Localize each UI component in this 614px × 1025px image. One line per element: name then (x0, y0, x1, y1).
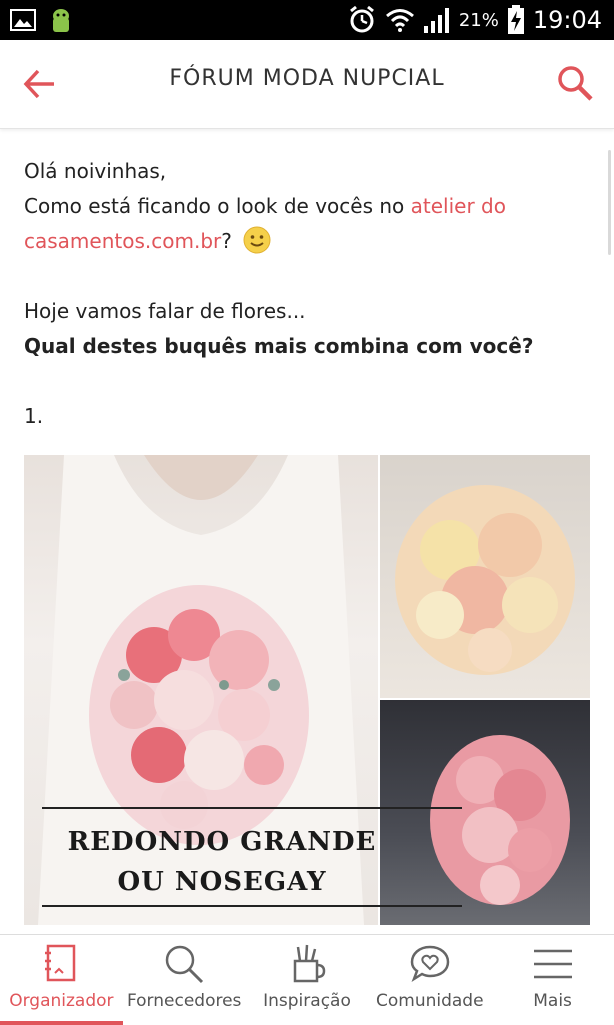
battery-percent: 21% (458, 9, 499, 31)
search-button[interactable] (556, 64, 594, 102)
chat-heart-icon (410, 945, 450, 983)
post-body: Olá noivinhas, Como está ficando o look … (24, 154, 590, 434)
nav-label-organizador: Organizador (9, 991, 114, 1011)
nav-label-fornecedores: Fornecedores (126, 991, 242, 1011)
nav-label-mais: Mais (533, 991, 572, 1011)
flowers-text: Hoje vamos falar de flores... (24, 299, 306, 323)
page-title: FÓRUM MODA NUPCIAL (169, 66, 445, 91)
intro-text: Como está ficando o look de vocês no ate… (24, 189, 590, 259)
tulip-bouquet-photo (380, 700, 590, 925)
nav-organizador[interactable]: Organizador (0, 935, 123, 1025)
nav-label-comunidade: Comunidade (376, 991, 484, 1011)
app-header: FÓRUM MODA NUPCIAL (0, 40, 614, 129)
pencil-cup-icon (293, 944, 326, 983)
caption-rule-bottom (42, 905, 462, 907)
menu-icon (533, 949, 572, 979)
intro-before: Como está ficando o look de vocês no (24, 194, 411, 218)
dahlia-bouquet-photo (380, 455, 590, 698)
caption-rule-top (42, 807, 462, 809)
clock: 19:04 (532, 6, 602, 34)
status-bar: 21% 19:04 (0, 0, 614, 40)
wifi-icon (385, 9, 414, 32)
image-caption-line2: OU NOSEGAY (117, 867, 327, 897)
tulip-illustration (430, 735, 570, 905)
alarm-icon (349, 5, 374, 33)
greeting-text: Olá noivinhas, (24, 159, 167, 183)
notebook-icon (45, 944, 76, 982)
gallery-icon (10, 9, 36, 31)
nav-fornecedores[interactable]: Fornecedores (123, 935, 246, 1025)
bouquet-collage-image[interactable]: REDONDO GRANDE OU NOSEGAY (24, 455, 590, 925)
search-icon (165, 945, 204, 984)
bottom-navigation: Organizador Fornecedores Inspiração Comu… (0, 934, 614, 1025)
nav-label-inspiracao: Inspiração (263, 991, 351, 1011)
item-number: 1. (24, 404, 44, 428)
question-text: Qual destes buquês mais combina com você… (24, 334, 534, 358)
nav-comunidade[interactable]: Comunidade (368, 935, 491, 1025)
nav-mais[interactable]: Mais (491, 935, 614, 1025)
android-icon (53, 9, 69, 32)
smiley-icon (243, 226, 271, 254)
intro-after: ? (221, 229, 232, 253)
active-indicator (0, 1021, 123, 1025)
dahlia-illustration (395, 485, 575, 675)
scrollbar[interactable] (608, 150, 611, 255)
battery-charging-icon (507, 5, 524, 34)
search-icon (558, 66, 593, 101)
signal-icon (423, 8, 449, 33)
nav-inspiracao[interactable]: Inspiração (246, 935, 369, 1025)
image-caption-line1: REDONDO GRANDE (67, 827, 377, 857)
